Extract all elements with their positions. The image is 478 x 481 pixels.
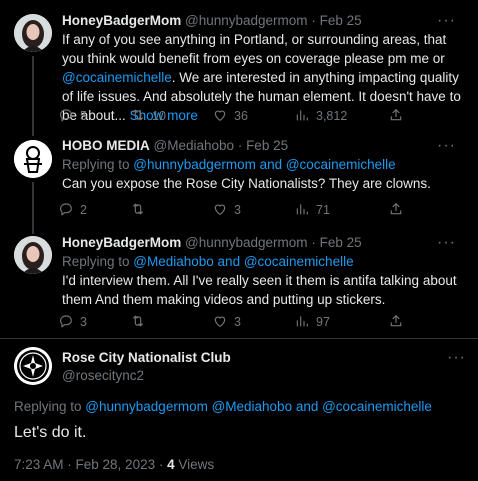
more-icon[interactable]: ···	[437, 12, 456, 30]
tweet-3[interactable]: HoneyBadgerMom @hunnybadgermom · Feb 25 …	[0, 228, 478, 338]
author-handle[interactable]: @Mediahobo	[154, 138, 235, 153]
tweet-date[interactable]: Feb 25	[320, 235, 362, 250]
like-icon	[212, 107, 228, 126]
avatar[interactable]	[14, 140, 52, 178]
thread-line	[32, 182, 34, 234]
author-handle[interactable]: @hunnybadgermom	[185, 13, 308, 28]
reply-icon	[58, 201, 74, 220]
avatar[interactable]	[14, 347, 52, 385]
share-icon	[388, 313, 404, 332]
avatar[interactable]	[14, 14, 52, 52]
emblem-icon	[14, 347, 52, 385]
views-icon	[294, 107, 310, 126]
mention-link[interactable]: @cocainemichelle	[62, 70, 172, 85]
reply-count: 3	[80, 315, 87, 329]
separator: ·	[237, 138, 243, 153]
like-count: 3	[234, 203, 241, 217]
views-icon	[294, 201, 310, 220]
author-handle[interactable]: @hunnybadgermom	[185, 235, 308, 250]
reply-icon	[58, 107, 74, 126]
avatar[interactable]	[14, 236, 52, 274]
replying-prefix: Replying to	[62, 254, 134, 269]
replying-to: Replying to @hunnybadgermom @Mediahobo a…	[14, 397, 432, 416]
reply-button[interactable]: 3	[58, 312, 87, 332]
retweet-icon	[130, 201, 146, 220]
views-count: 71	[316, 203, 330, 217]
like-icon	[212, 313, 228, 332]
views-count: 4	[167, 457, 175, 472]
thread-line	[32, 56, 34, 136]
retweet-button[interactable]	[130, 312, 152, 332]
like-count: 3	[234, 315, 241, 329]
author-handle[interactable]: @rosecitync2	[62, 368, 144, 383]
tweet-1[interactable]: HoneyBadgerMom @hunnybadgermom · Feb 25 …	[0, 0, 478, 136]
reply-count: 5	[80, 109, 87, 123]
reply-icon	[58, 313, 74, 332]
retweet-icon	[130, 107, 146, 126]
replying-to: Replying to @hunnybadgermom and @cocaine…	[62, 155, 468, 174]
reply-count: 2	[80, 203, 87, 217]
main-tweet: Rose City Nationalist Club @rosecitync2 …	[0, 339, 478, 481]
retweet-button[interactable]	[130, 200, 152, 220]
replying-to: Replying to @Mediahobo and @cocainemiche…	[62, 252, 468, 271]
like-button[interactable]: 3	[212, 200, 241, 220]
avatar-logo	[14, 140, 52, 178]
retweet-count: 10	[152, 109, 166, 123]
views-count: 3,812	[316, 109, 348, 123]
views-icon	[294, 313, 310, 332]
like-button[interactable]: 36	[212, 106, 248, 126]
retweet-button[interactable]: 10	[130, 106, 166, 126]
more-icon[interactable]: ···	[437, 234, 456, 252]
tweet-meta: 7:23 AM · Feb 28, 2023 · 4 Views	[14, 457, 214, 472]
views-button[interactable]: 97	[294, 312, 330, 332]
author-name[interactable]: Rose City Nationalist Club	[62, 350, 231, 365]
avatar-photo	[14, 14, 52, 52]
author-name[interactable]: HoneyBadgerMom	[62, 13, 181, 28]
tweet-date[interactable]: Feb 25	[246, 138, 288, 153]
author-name[interactable]: HoneyBadgerMom	[62, 235, 181, 250]
tweet-text: I'd interview them. All I've really seen…	[62, 273, 457, 307]
author-name[interactable]: HOBO MEDIA	[62, 138, 150, 153]
tweet-text: Can you expose the Rose City Nationalist…	[62, 176, 431, 191]
like-count: 36	[234, 109, 248, 123]
replying-to-link[interactable]: @Mediahobo and @cocainemichelle	[133, 254, 353, 269]
share-button[interactable]	[388, 312, 404, 332]
reply-button[interactable]: 2	[58, 200, 87, 220]
separator: ·	[311, 13, 316, 28]
timestamp[interactable]: 7:23 AM · Feb 28, 2023 ·	[14, 457, 167, 472]
views-button[interactable]: 3,812	[294, 106, 347, 126]
views-button[interactable]: 71	[294, 200, 330, 220]
reply-button[interactable]: 5	[58, 106, 87, 126]
share-icon	[388, 201, 404, 220]
views-label: Views	[174, 457, 215, 472]
share-button[interactable]	[388, 200, 404, 220]
replying-to-link[interactable]: @hunnybadgermom @Mediahobo and @cocainem…	[85, 399, 432, 414]
retweet-icon	[130, 313, 146, 332]
views-count: 97	[316, 315, 330, 329]
like-icon	[212, 201, 228, 220]
share-button[interactable]	[388, 106, 404, 126]
tweet-text-part: If any of you see anything in Portland, …	[62, 32, 447, 66]
share-icon	[388, 107, 404, 126]
like-button[interactable]: 3	[212, 312, 241, 332]
replying-to-link[interactable]: @hunnybadgermom and @cocainemichelle	[133, 157, 395, 172]
separator: ·	[311, 235, 316, 250]
tweet-2[interactable]: HOBO MEDIA @Mediahobo · Feb 25 ··· Reply…	[0, 128, 478, 234]
replying-prefix: Replying to	[14, 399, 86, 414]
tweet-date[interactable]: Feb 25	[320, 13, 362, 28]
replying-prefix: Replying to	[62, 157, 134, 172]
avatar-photo	[14, 236, 52, 274]
more-icon[interactable]: ···	[447, 349, 466, 367]
more-icon[interactable]: ···	[437, 137, 456, 155]
tweet-text: Let's do it.	[14, 424, 87, 441]
